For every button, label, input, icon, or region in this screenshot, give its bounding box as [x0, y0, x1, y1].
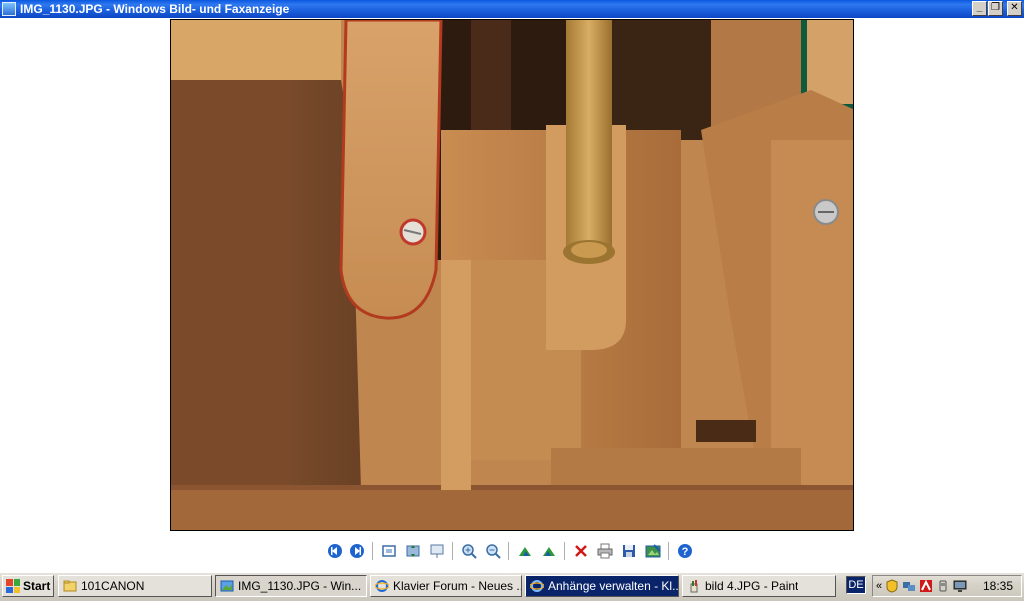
- edit-button[interactable]: [644, 542, 662, 560]
- zoom-in-button[interactable]: [460, 542, 478, 560]
- window-title: IMG_1130.JPG - Windows Bild- und Faxanze…: [20, 2, 290, 16]
- rotate-counterclockwise-icon: [543, 547, 555, 556]
- usb-device-icon[interactable]: [936, 579, 950, 593]
- taskbar-item-anhaenge-verwalten[interactable]: Anhänge verwalten - Kl...: [525, 575, 679, 597]
- taskbar-item-paint[interactable]: bild 4.JPG - Paint: [682, 575, 836, 597]
- image-viewer-icon: [220, 580, 234, 592]
- display-icon[interactable]: [953, 579, 967, 593]
- paint-icon: [690, 580, 698, 593]
- delete-icon: [575, 545, 587, 557]
- task-label: Klavier Forum - Neues ...: [393, 579, 521, 593]
- next-image-button[interactable]: [348, 542, 366, 560]
- wooden-mechanism-photo: [171, 20, 853, 530]
- language-indicator[interactable]: DE: [846, 576, 866, 594]
- security-shield-icon[interactable]: [885, 579, 899, 593]
- windows-logo-icon: [6, 579, 20, 593]
- taskbar-item-image-viewer[interactable]: IMG_1130.JPG - Win...: [215, 575, 367, 597]
- close-button[interactable]: ✕: [1007, 1, 1022, 16]
- task-label: IMG_1130.JPG - Win...: [238, 579, 362, 593]
- best-fit-icon: [382, 545, 396, 557]
- rotate-clockwise-icon: [519, 547, 531, 556]
- zoom-out-button[interactable]: [484, 542, 502, 560]
- help-button[interactable]: ?: [676, 542, 694, 560]
- start-button[interactable]: Start: [2, 575, 54, 597]
- task-label: 101CANON: [81, 579, 145, 593]
- antivirus-icon[interactable]: [919, 579, 933, 593]
- start-label: Start: [23, 579, 51, 593]
- edit-icon: [645, 544, 661, 558]
- zoom-out-icon: [486, 544, 501, 559]
- task-label: bild 4.JPG - Paint: [705, 579, 799, 593]
- folder-icon: [63, 580, 77, 592]
- internet-explorer-icon: [375, 580, 389, 592]
- clock[interactable]: 18:35: [983, 579, 1013, 593]
- save-button[interactable]: [620, 542, 638, 560]
- print-icon: [597, 543, 613, 559]
- help-icon: ?: [678, 544, 692, 558]
- best-fit-button[interactable]: [380, 542, 398, 560]
- delete-button[interactable]: [572, 542, 590, 560]
- image-viewer-icon: [2, 2, 16, 16]
- print-button[interactable]: [596, 542, 614, 560]
- network-icon[interactable]: [902, 579, 916, 593]
- zoom-in-icon: [462, 544, 477, 559]
- viewer-toolbar: ?: [320, 540, 704, 562]
- actual-size-button[interactable]: [404, 542, 422, 560]
- slideshow-button[interactable]: [428, 542, 446, 560]
- svg-text:?: ?: [682, 546, 689, 558]
- title-bar[interactable]: IMG_1130.JPG - Windows Bild- und Faxanze…: [0, 0, 1024, 18]
- task-label: Anhänge verwalten - Kl...: [548, 579, 678, 593]
- taskbar-item-101canon[interactable]: 101CANON: [58, 575, 212, 597]
- next-image-icon: [350, 544, 364, 558]
- previous-image-icon: [328, 544, 342, 558]
- show-hidden-icons-button[interactable]: «: [876, 580, 882, 592]
- rotate-counterclockwise-button[interactable]: [540, 542, 558, 560]
- taskbar-item-klavier-forum[interactable]: Klavier Forum - Neues ...: [370, 575, 522, 597]
- slideshow-icon: [430, 544, 444, 558]
- actual-size-icon: [406, 545, 420, 557]
- minimize-button[interactable]: _: [972, 1, 987, 16]
- restore-button[interactable]: ❐: [988, 1, 1003, 16]
- taskbar: Start 101CANON IMG_1130.JPG - Win... Kla…: [0, 572, 1024, 601]
- photo-display: [170, 19, 854, 531]
- rotate-clockwise-button[interactable]: [516, 542, 534, 560]
- system-tray: « 18:35: [872, 575, 1022, 597]
- internet-explorer-icon: [530, 580, 544, 592]
- previous-image-button[interactable]: [326, 542, 344, 560]
- save-icon: [623, 545, 635, 557]
